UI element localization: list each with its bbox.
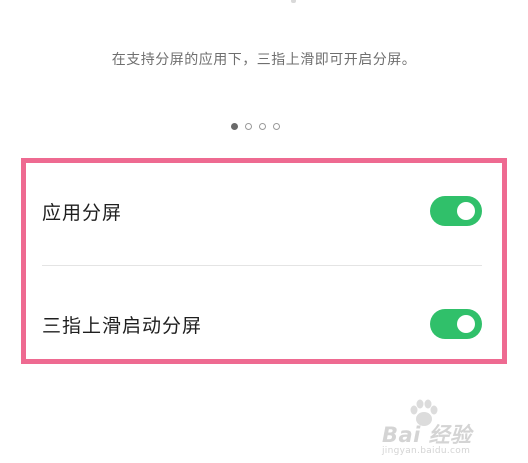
three-finger-swipe-toggle[interactable] (430, 309, 482, 339)
settings-highlight-box: 应用分屏 三指上滑启动分屏 (21, 158, 507, 364)
watermark-url: jingyan.baidu.com (382, 446, 471, 456)
watermark-text: Bai 经验 (382, 423, 472, 447)
page-dot-1[interactable] (231, 123, 238, 130)
setting-row-three-finger-swipe[interactable]: 三指上滑启动分屏 (26, 276, 502, 372)
baidu-jingyan-watermark: Bai 经验 jingyan.baidu.com (382, 399, 502, 456)
setting-row-app-split[interactable]: 应用分屏 (26, 163, 502, 259)
row-divider (42, 265, 482, 266)
top-edge-mark (291, 0, 296, 3)
page-dot-3[interactable] (259, 123, 266, 130)
toggle-knob (457, 315, 475, 333)
page-dot-2[interactable] (245, 123, 252, 130)
setting-label: 三指上滑启动分屏 (42, 314, 203, 337)
page-indicator (231, 123, 280, 130)
toggle-knob (457, 202, 475, 220)
app-split-toggle[interactable] (430, 196, 482, 226)
split-screen-settings-page: 在支持分屏的应用下，三指上滑即可开启分屏。 应用分屏 三指上滑启动分屏 Bai … (0, 0, 528, 463)
split-screen-hint: 在支持分屏的应用下，三指上滑即可开启分屏。 (111, 52, 417, 68)
setting-label: 应用分屏 (42, 201, 123, 224)
page-dot-4[interactable] (273, 123, 280, 130)
